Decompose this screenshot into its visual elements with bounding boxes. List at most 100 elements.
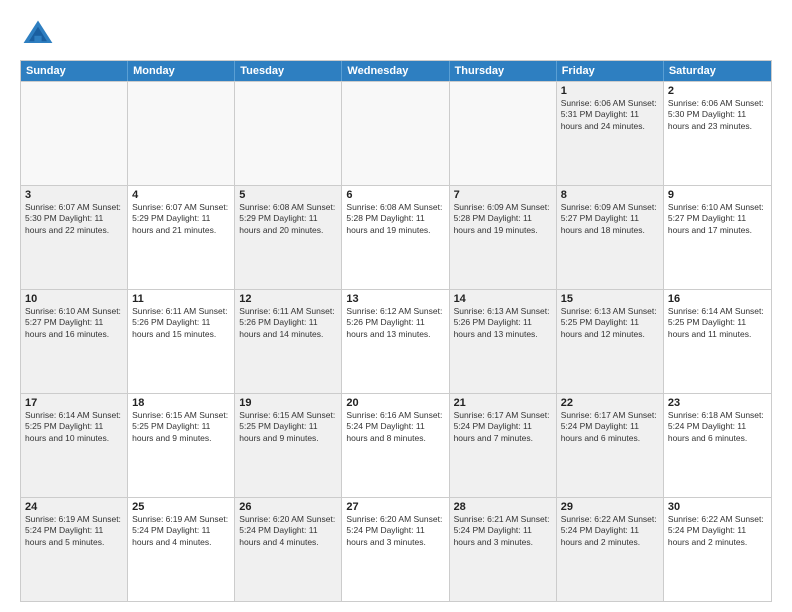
day-info: Sunrise: 6:07 AM Sunset: 5:29 PM Dayligh… bbox=[132, 202, 230, 236]
day-number: 5 bbox=[239, 189, 337, 201]
day-info: Sunrise: 6:18 AM Sunset: 5:24 PM Dayligh… bbox=[668, 410, 767, 444]
day-number: 27 bbox=[346, 501, 444, 513]
day-cell-17: 17Sunrise: 6:14 AM Sunset: 5:25 PM Dayli… bbox=[21, 394, 128, 497]
calendar-row-0: 1Sunrise: 6:06 AM Sunset: 5:31 PM Daylig… bbox=[21, 81, 771, 185]
day-info: Sunrise: 6:11 AM Sunset: 5:26 PM Dayligh… bbox=[239, 306, 337, 340]
empty-cell-0-3 bbox=[342, 82, 449, 185]
page: SundayMondayTuesdayWednesdayThursdayFrid… bbox=[0, 0, 792, 612]
day-number: 28 bbox=[454, 501, 552, 513]
day-info: Sunrise: 6:20 AM Sunset: 5:24 PM Dayligh… bbox=[346, 514, 444, 548]
day-cell-11: 11Sunrise: 6:11 AM Sunset: 5:26 PM Dayli… bbox=[128, 290, 235, 393]
day-cell-10: 10Sunrise: 6:10 AM Sunset: 5:27 PM Dayli… bbox=[21, 290, 128, 393]
day-number: 12 bbox=[239, 293, 337, 305]
day-cell-19: 19Sunrise: 6:15 AM Sunset: 5:25 PM Dayli… bbox=[235, 394, 342, 497]
day-info: Sunrise: 6:19 AM Sunset: 5:24 PM Dayligh… bbox=[25, 514, 123, 548]
day-info: Sunrise: 6:13 AM Sunset: 5:26 PM Dayligh… bbox=[454, 306, 552, 340]
day-number: 20 bbox=[346, 397, 444, 409]
logo bbox=[20, 16, 60, 52]
day-info: Sunrise: 6:16 AM Sunset: 5:24 PM Dayligh… bbox=[346, 410, 444, 444]
day-cell-9: 9Sunrise: 6:10 AM Sunset: 5:27 PM Daylig… bbox=[664, 186, 771, 289]
day-number: 21 bbox=[454, 397, 552, 409]
day-cell-21: 21Sunrise: 6:17 AM Sunset: 5:24 PM Dayli… bbox=[450, 394, 557, 497]
weekday-header-sunday: Sunday bbox=[21, 61, 128, 81]
day-cell-29: 29Sunrise: 6:22 AM Sunset: 5:24 PM Dayli… bbox=[557, 498, 664, 601]
day-info: Sunrise: 6:08 AM Sunset: 5:28 PM Dayligh… bbox=[346, 202, 444, 236]
day-info: Sunrise: 6:08 AM Sunset: 5:29 PM Dayligh… bbox=[239, 202, 337, 236]
day-cell-28: 28Sunrise: 6:21 AM Sunset: 5:24 PM Dayli… bbox=[450, 498, 557, 601]
day-number: 4 bbox=[132, 189, 230, 201]
day-number: 22 bbox=[561, 397, 659, 409]
day-info: Sunrise: 6:15 AM Sunset: 5:25 PM Dayligh… bbox=[132, 410, 230, 444]
calendar-row-4: 24Sunrise: 6:19 AM Sunset: 5:24 PM Dayli… bbox=[21, 497, 771, 601]
day-cell-7: 7Sunrise: 6:09 AM Sunset: 5:28 PM Daylig… bbox=[450, 186, 557, 289]
calendar-row-3: 17Sunrise: 6:14 AM Sunset: 5:25 PM Dayli… bbox=[21, 393, 771, 497]
day-info: Sunrise: 6:17 AM Sunset: 5:24 PM Dayligh… bbox=[454, 410, 552, 444]
day-cell-12: 12Sunrise: 6:11 AM Sunset: 5:26 PM Dayli… bbox=[235, 290, 342, 393]
day-number: 3 bbox=[25, 189, 123, 201]
weekday-header-thursday: Thursday bbox=[450, 61, 557, 81]
empty-cell-0-4 bbox=[450, 82, 557, 185]
day-cell-3: 3Sunrise: 6:07 AM Sunset: 5:30 PM Daylig… bbox=[21, 186, 128, 289]
day-info: Sunrise: 6:22 AM Sunset: 5:24 PM Dayligh… bbox=[668, 514, 767, 548]
day-number: 9 bbox=[668, 189, 767, 201]
day-number: 29 bbox=[561, 501, 659, 513]
day-cell-30: 30Sunrise: 6:22 AM Sunset: 5:24 PM Dayli… bbox=[664, 498, 771, 601]
day-info: Sunrise: 6:14 AM Sunset: 5:25 PM Dayligh… bbox=[25, 410, 123, 444]
day-number: 24 bbox=[25, 501, 123, 513]
day-number: 18 bbox=[132, 397, 230, 409]
day-cell-8: 8Sunrise: 6:09 AM Sunset: 5:27 PM Daylig… bbox=[557, 186, 664, 289]
day-cell-13: 13Sunrise: 6:12 AM Sunset: 5:26 PM Dayli… bbox=[342, 290, 449, 393]
weekday-header-wednesday: Wednesday bbox=[342, 61, 449, 81]
weekday-header-saturday: Saturday bbox=[664, 61, 771, 81]
day-cell-24: 24Sunrise: 6:19 AM Sunset: 5:24 PM Dayli… bbox=[21, 498, 128, 601]
header bbox=[20, 16, 772, 52]
day-number: 11 bbox=[132, 293, 230, 305]
day-info: Sunrise: 6:12 AM Sunset: 5:26 PM Dayligh… bbox=[346, 306, 444, 340]
day-info: Sunrise: 6:07 AM Sunset: 5:30 PM Dayligh… bbox=[25, 202, 123, 236]
empty-cell-0-2 bbox=[235, 82, 342, 185]
day-cell-1: 1Sunrise: 6:06 AM Sunset: 5:31 PM Daylig… bbox=[557, 82, 664, 185]
day-info: Sunrise: 6:17 AM Sunset: 5:24 PM Dayligh… bbox=[561, 410, 659, 444]
day-cell-23: 23Sunrise: 6:18 AM Sunset: 5:24 PM Dayli… bbox=[664, 394, 771, 497]
day-cell-22: 22Sunrise: 6:17 AM Sunset: 5:24 PM Dayli… bbox=[557, 394, 664, 497]
day-number: 16 bbox=[668, 293, 767, 305]
empty-cell-0-1 bbox=[128, 82, 235, 185]
day-number: 13 bbox=[346, 293, 444, 305]
day-cell-27: 27Sunrise: 6:20 AM Sunset: 5:24 PM Dayli… bbox=[342, 498, 449, 601]
day-info: Sunrise: 6:19 AM Sunset: 5:24 PM Dayligh… bbox=[132, 514, 230, 548]
weekday-header-friday: Friday bbox=[557, 61, 664, 81]
day-cell-16: 16Sunrise: 6:14 AM Sunset: 5:25 PM Dayli… bbox=[664, 290, 771, 393]
day-number: 26 bbox=[239, 501, 337, 513]
calendar-row-1: 3Sunrise: 6:07 AM Sunset: 5:30 PM Daylig… bbox=[21, 185, 771, 289]
day-number: 1 bbox=[561, 85, 659, 97]
day-info: Sunrise: 6:10 AM Sunset: 5:27 PM Dayligh… bbox=[25, 306, 123, 340]
day-info: Sunrise: 6:09 AM Sunset: 5:28 PM Dayligh… bbox=[454, 202, 552, 236]
calendar-header: SundayMondayTuesdayWednesdayThursdayFrid… bbox=[21, 61, 771, 81]
day-number: 30 bbox=[668, 501, 767, 513]
day-info: Sunrise: 6:09 AM Sunset: 5:27 PM Dayligh… bbox=[561, 202, 659, 236]
day-info: Sunrise: 6:11 AM Sunset: 5:26 PM Dayligh… bbox=[132, 306, 230, 340]
day-cell-18: 18Sunrise: 6:15 AM Sunset: 5:25 PM Dayli… bbox=[128, 394, 235, 497]
weekday-header-monday: Monday bbox=[128, 61, 235, 81]
day-cell-14: 14Sunrise: 6:13 AM Sunset: 5:26 PM Dayli… bbox=[450, 290, 557, 393]
day-cell-20: 20Sunrise: 6:16 AM Sunset: 5:24 PM Dayli… bbox=[342, 394, 449, 497]
day-info: Sunrise: 6:22 AM Sunset: 5:24 PM Dayligh… bbox=[561, 514, 659, 548]
day-number: 14 bbox=[454, 293, 552, 305]
day-number: 25 bbox=[132, 501, 230, 513]
day-info: Sunrise: 6:10 AM Sunset: 5:27 PM Dayligh… bbox=[668, 202, 767, 236]
calendar-body: 1Sunrise: 6:06 AM Sunset: 5:31 PM Daylig… bbox=[21, 81, 771, 601]
day-cell-26: 26Sunrise: 6:20 AM Sunset: 5:24 PM Dayli… bbox=[235, 498, 342, 601]
day-info: Sunrise: 6:15 AM Sunset: 5:25 PM Dayligh… bbox=[239, 410, 337, 444]
calendar: SundayMondayTuesdayWednesdayThursdayFrid… bbox=[20, 60, 772, 602]
day-cell-2: 2Sunrise: 6:06 AM Sunset: 5:30 PM Daylig… bbox=[664, 82, 771, 185]
day-cell-25: 25Sunrise: 6:19 AM Sunset: 5:24 PM Dayli… bbox=[128, 498, 235, 601]
day-info: Sunrise: 6:06 AM Sunset: 5:31 PM Dayligh… bbox=[561, 98, 659, 132]
day-number: 10 bbox=[25, 293, 123, 305]
day-number: 23 bbox=[668, 397, 767, 409]
calendar-row-2: 10Sunrise: 6:10 AM Sunset: 5:27 PM Dayli… bbox=[21, 289, 771, 393]
day-number: 6 bbox=[346, 189, 444, 201]
day-info: Sunrise: 6:21 AM Sunset: 5:24 PM Dayligh… bbox=[454, 514, 552, 548]
logo-icon bbox=[20, 16, 56, 52]
day-number: 7 bbox=[454, 189, 552, 201]
day-number: 19 bbox=[239, 397, 337, 409]
